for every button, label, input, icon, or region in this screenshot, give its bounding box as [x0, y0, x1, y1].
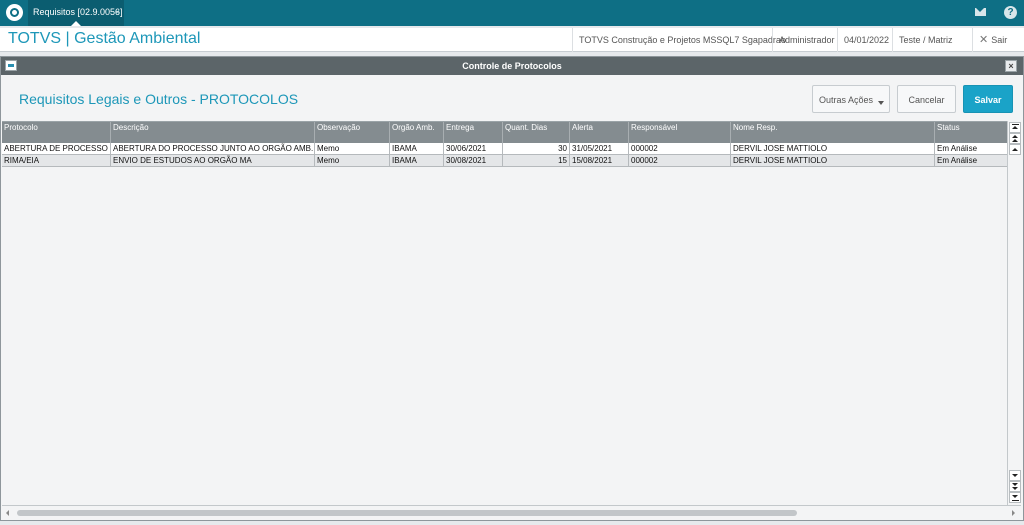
save-button[interactable]: Salvar	[963, 85, 1013, 113]
horizontal-scrollbar[interactable]	[2, 505, 1021, 519]
scrollbar-thumb[interactable]	[17, 510, 797, 516]
app-title: TOTVS | Gestão Ambiental	[8, 30, 201, 47]
cancel-button[interactable]: Cancelar	[897, 85, 956, 113]
other-actions-label: Outras Ações	[818, 95, 874, 105]
table-cell: Memo	[314, 155, 389, 167]
table-cell: IBAMA	[389, 155, 443, 167]
column-header[interactable]: Entrega	[443, 122, 502, 143]
table-cell: Memo	[314, 143, 389, 155]
page-up-arrow	[1012, 139, 1018, 142]
tab-close-icon[interactable]: ×	[115, 0, 120, 24]
scroll-top-icon	[1012, 124, 1019, 125]
help-icon[interactable]: ?	[1004, 6, 1017, 19]
table-cell: ENVIO DE ESTUDOS AO ORGÃO MA	[110, 155, 314, 167]
column-header[interactable]: Responsável	[628, 122, 730, 143]
branch-info: Teste / Matriz	[892, 28, 959, 52]
table-cell: 000002	[628, 155, 730, 167]
table-cell: ABERTURA DE PROCESSO	[4, 144, 108, 153]
page-down-arrow	[1012, 487, 1018, 490]
table-cell: IBAMA	[389, 143, 443, 155]
protocol-dialog: Controle de Protocolos × Requisitos Lega…	[0, 56, 1024, 521]
tab-active-indicator	[71, 21, 81, 26]
scroll-top-arrow	[1012, 126, 1018, 129]
protocol-grid[interactable]: Protocolo Descrição Observação Orgão Amb…	[2, 121, 1007, 505]
scroll-bottom-icon	[1012, 495, 1018, 498]
close-icon: ✕	[979, 34, 989, 46]
arrow-down-icon	[1012, 474, 1018, 477]
company-info: TOTVS Construção e Projetos MSSQL7 Sgapa…	[572, 28, 792, 52]
table-cell: RIMA/EIA	[4, 156, 40, 165]
scroll-up-button[interactable]	[1009, 144, 1021, 155]
dialog-titlebar: Controle de Protocolos ×	[1, 57, 1023, 75]
column-header[interactable]: Protocolo	[2, 122, 110, 143]
table-cell: DERVIL JOSE MATTIOLO	[730, 143, 934, 155]
scroll-bottom-bar	[1012, 500, 1019, 501]
page-up-icon	[1012, 135, 1018, 138]
scroll-bottom-button[interactable]	[1009, 492, 1021, 503]
vertical-scrollbar[interactable]	[1007, 121, 1021, 505]
user-name: Administrador	[772, 28, 841, 52]
table-row[interactable]: ABERTURA DE PROCESSO ABERTURA DO PROCESS…	[2, 143, 1007, 155]
page-down-icon	[1012, 483, 1018, 486]
exit-label: Sair	[991, 35, 1008, 45]
window-icon	[5, 60, 17, 71]
arrow-right-icon[interactable]	[1012, 510, 1015, 516]
dialog-close-button[interactable]: ×	[1005, 60, 1017, 72]
system-date: 04/01/2022	[837, 28, 895, 52]
dialog-title: Controle de Protocolos	[462, 61, 562, 71]
chevron-down-icon	[878, 101, 884, 105]
totvs-logo-icon[interactable]	[6, 4, 23, 21]
table-cell: 000002	[628, 143, 730, 155]
scroll-page-up-button[interactable]	[1009, 133, 1021, 144]
scroll-top-button[interactable]	[1009, 122, 1021, 133]
arrow-up-icon	[1012, 148, 1018, 151]
page-title: Requisitos Legais e Outros - PROTOCOLOS	[19, 91, 299, 107]
top-bar: Requisitos [02.9.0056] × ?	[0, 0, 1024, 26]
table-cell: Em Análise	[934, 143, 1007, 155]
other-actions-button[interactable]: Outras Ações	[812, 85, 890, 113]
tab-requisitos[interactable]: Requisitos [02.9.0056] ×	[28, 0, 124, 26]
column-header[interactable]: Alerta	[569, 122, 628, 143]
scroll-down-button[interactable]	[1009, 470, 1021, 481]
table-cell: 30/08/2021	[443, 155, 502, 167]
column-header[interactable]: Status	[934, 122, 1007, 143]
table-cell: Em Análise	[934, 155, 1007, 167]
table-cell: DERVIL JOSE MATTIOLO	[730, 155, 934, 167]
column-header[interactable]: Orgão Amb.	[389, 122, 443, 143]
column-header[interactable]: Descrição	[110, 122, 314, 143]
exit-button[interactable]: ✕ Sair	[972, 28, 1013, 52]
tab-label: Requisitos [02.9.0056]	[33, 7, 123, 17]
table-cell: 30/06/2021	[443, 143, 502, 155]
mail-icon[interactable]	[975, 8, 986, 16]
grid-header: Protocolo Descrição Observação Orgão Amb…	[2, 122, 1007, 143]
column-header[interactable]: Quant. Dias	[502, 122, 569, 143]
column-header[interactable]: Observação	[314, 122, 389, 143]
arrow-left-icon[interactable]	[6, 510, 9, 516]
table-cell: ABERTURA DO PROCESSO JUNTO AO ORGÃO AMB.	[110, 143, 314, 155]
scroll-page-down-button[interactable]	[1009, 481, 1021, 492]
table-cell: 15	[502, 155, 569, 167]
table-cell: 31/05/2021	[569, 143, 628, 155]
table-cell: 15/08/2021	[569, 155, 628, 167]
column-header[interactable]: Nome Resp.	[730, 122, 934, 143]
table-cell: 30	[502, 143, 569, 155]
app-header: TOTVS | Gestão Ambiental TOTVS Construçã…	[0, 28, 1024, 52]
table-row[interactable]: RIMA/EIA ENVIO DE ESTUDOS AO ORGÃO MA Me…	[2, 155, 1007, 167]
